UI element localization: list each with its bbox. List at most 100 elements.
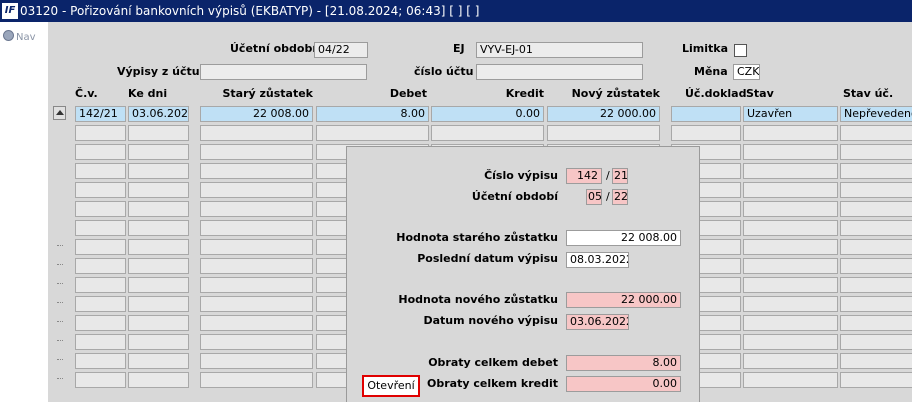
cislo-vypisu-field[interactable]: 142 — [566, 168, 602, 184]
empty-cell-ke-dni[interactable] — [128, 353, 189, 369]
empty-cell-ke-dni[interactable] — [128, 315, 189, 331]
empty-cell-cv[interactable] — [75, 182, 126, 198]
empty-cell-stav[interactable] — [743, 258, 838, 274]
empty-cell-stav[interactable] — [743, 201, 838, 217]
empty-cell-cv[interactable] — [75, 220, 126, 236]
empty-cell-cv[interactable] — [75, 296, 126, 312]
empty-cell-cv[interactable] — [75, 315, 126, 331]
empty-cell-ke-dni[interactable] — [128, 163, 189, 179]
empty-cell-stary-zustatek[interactable] — [200, 315, 313, 331]
dialog-obdobi-mesic-field[interactable]: 05 — [586, 189, 602, 205]
datum-noveho-field[interactable]: 03.06.2022 — [566, 314, 629, 330]
empty-cell-cv[interactable] — [75, 353, 126, 369]
cell-novy-zustatek[interactable]: 22 000.00 — [547, 106, 660, 122]
empty-cell-stav[interactable] — [743, 125, 838, 141]
empty-cell-stav-uc[interactable] — [840, 201, 912, 217]
empty-cell-cv[interactable] — [75, 372, 126, 388]
empty-cell-stav[interactable] — [743, 239, 838, 255]
cell-kredit[interactable]: 0.00 — [431, 106, 544, 122]
ucetni-obdobi-field[interactable]: 04/22 — [314, 42, 368, 58]
cell-cv[interactable]: 142/21 — [75, 106, 126, 122]
empty-cell-ke-dni[interactable] — [128, 239, 189, 255]
empty-cell-cv[interactable] — [75, 277, 126, 293]
empty-cell-cv[interactable] — [75, 239, 126, 255]
empty-cell-stav-uc[interactable] — [840, 334, 912, 350]
empty-cell-stary-zustatek[interactable] — [200, 334, 313, 350]
cislo-vypisu-rok-field[interactable]: 21 — [612, 168, 628, 184]
empty-cell-stav[interactable] — [743, 182, 838, 198]
empty-cell-stary-zustatek[interactable] — [200, 125, 313, 141]
obraty-kredit-field[interactable]: 0.00 — [566, 376, 681, 392]
empty-cell-stav[interactable] — [743, 296, 838, 312]
empty-cell-stav-uc[interactable] — [840, 125, 912, 141]
empty-cell-stav[interactable] — [743, 163, 838, 179]
scroll-up-button[interactable] — [53, 106, 66, 120]
empty-cell-stav[interactable] — [743, 315, 838, 331]
empty-cell-stav-uc[interactable] — [840, 353, 912, 369]
empty-cell-ke-dni[interactable] — [128, 258, 189, 274]
limitka-checkbox[interactable] — [734, 44, 747, 57]
empty-cell-stav[interactable] — [743, 353, 838, 369]
empty-cell-stary-zustatek[interactable] — [200, 182, 313, 198]
empty-cell-ke-dni[interactable] — [128, 182, 189, 198]
empty-cell-stary-zustatek[interactable] — [200, 144, 313, 160]
empty-cell-cv[interactable] — [75, 163, 126, 179]
empty-cell-stav[interactable] — [743, 334, 838, 350]
empty-cell-stary-zustatek[interactable] — [200, 163, 313, 179]
empty-cell-stary-zustatek[interactable] — [200, 296, 313, 312]
empty-cell-novy-zustatek[interactable] — [547, 125, 660, 141]
empty-cell-debet[interactable] — [316, 125, 429, 141]
empty-cell-ke-dni[interactable] — [128, 277, 189, 293]
empty-cell-stav-uc[interactable] — [840, 315, 912, 331]
empty-cell-ke-dni[interactable] — [128, 220, 189, 236]
cell-debet[interactable]: 8.00 — [316, 106, 429, 122]
empty-cell-stav[interactable] — [743, 220, 838, 236]
empty-cell-stary-zustatek[interactable] — [200, 277, 313, 293]
empty-cell-stary-zustatek[interactable] — [200, 201, 313, 217]
empty-cell-ke-dni[interactable] — [128, 201, 189, 217]
empty-cell-stav-uc[interactable] — [840, 372, 912, 388]
cell-stav[interactable]: Uzavřen — [743, 106, 838, 122]
empty-cell-stary-zustatek[interactable] — [200, 258, 313, 274]
otevreni-button[interactable]: Otevření — [362, 375, 420, 397]
empty-cell-stary-zustatek[interactable] — [200, 220, 313, 236]
empty-cell-ke-dni[interactable] — [128, 372, 189, 388]
empty-cell-stav-uc[interactable] — [840, 296, 912, 312]
empty-cell-cv[interactable] — [75, 334, 126, 350]
empty-cell-stav[interactable] — [743, 144, 838, 160]
empty-cell-stav-uc[interactable] — [840, 258, 912, 274]
empty-cell-stav-uc[interactable] — [840, 163, 912, 179]
empty-cell-cv[interactable] — [75, 258, 126, 274]
cell-uc-doklad[interactable] — [671, 106, 741, 122]
empty-cell-stav-uc[interactable] — [840, 239, 912, 255]
cislo-uctu-field[interactable] — [476, 64, 643, 80]
empty-cell-stary-zustatek[interactable] — [200, 239, 313, 255]
empty-cell-stav[interactable] — [743, 277, 838, 293]
empty-cell-ke-dni[interactable] — [128, 125, 189, 141]
vypisy-z-uctu-field[interactable] — [200, 64, 367, 80]
dialog-obdobi-rok-field[interactable]: 22 — [612, 189, 628, 205]
empty-cell-ke-dni[interactable] — [128, 334, 189, 350]
empty-cell-stav-uc[interactable] — [840, 277, 912, 293]
cell-stary-zustatek[interactable]: 22 008.00 — [200, 106, 313, 122]
posledni-datum-field[interactable]: 08.03.2022 — [566, 252, 629, 268]
empty-cell-kredit[interactable] — [431, 125, 544, 141]
empty-cell-stav-uc[interactable] — [840, 144, 912, 160]
cell-stav-uc[interactable]: Nepřevedeno — [840, 106, 912, 122]
empty-cell-stav-uc[interactable] — [840, 220, 912, 236]
hodnota-noveho-field[interactable]: 22 000.00 — [566, 292, 681, 308]
empty-cell-cv[interactable] — [75, 201, 126, 217]
hodnota-stareho-field[interactable]: 22 008.00 — [566, 230, 681, 246]
empty-cell-stary-zustatek[interactable] — [200, 353, 313, 369]
empty-cell-stav[interactable] — [743, 372, 838, 388]
empty-cell-cv[interactable] — [75, 144, 126, 160]
empty-cell-stav-uc[interactable] — [840, 182, 912, 198]
empty-cell-ke-dni[interactable] — [128, 296, 189, 312]
cell-ke-dni[interactable]: 03.06.2022 — [128, 106, 189, 122]
empty-cell-stary-zustatek[interactable] — [200, 372, 313, 388]
obraty-debet-field[interactable]: 8.00 — [566, 355, 681, 371]
nav-button[interactable]: Nav — [3, 30, 36, 43]
mena-field[interactable]: CZK — [733, 64, 760, 80]
empty-cell-ke-dni[interactable] — [128, 144, 189, 160]
ej-field[interactable]: VYV-EJ-01 — [476, 42, 643, 58]
